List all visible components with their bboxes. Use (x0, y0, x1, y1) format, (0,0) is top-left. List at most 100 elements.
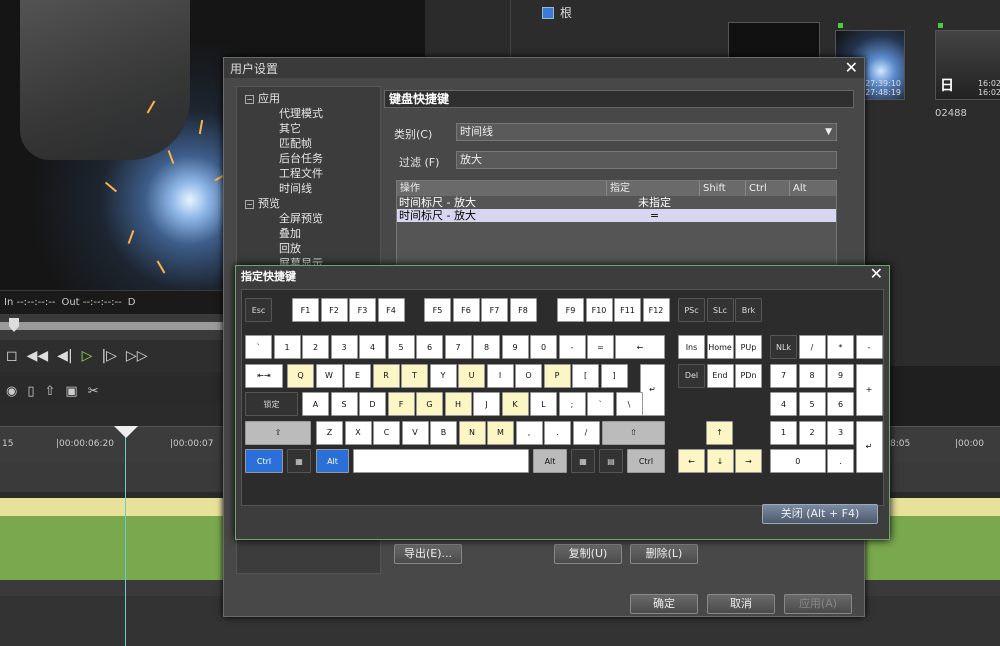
key-o[interactable]: O (515, 363, 542, 388)
close-icon[interactable]: ✕ (845, 58, 858, 77)
playhead-line[interactable] (125, 426, 126, 646)
key-pup[interactable]: PUp (735, 335, 762, 359)
key-i[interactable]: I (486, 363, 514, 388)
key-caps[interactable]: 锁定 (245, 392, 298, 416)
key-slc[interactable]: SLc (706, 298, 734, 322)
tree-parent-node[interactable]: − 预览 (237, 196, 380, 211)
key-f9[interactable]: F9 (557, 298, 584, 322)
tree-child-node[interactable]: 回放 (237, 241, 380, 256)
tree-child-node[interactable]: 代理模式 (237, 106, 380, 121)
key-rctrl[interactable]: Ctrl (627, 449, 665, 473)
key-minus[interactable]: - (558, 335, 586, 359)
key-k8[interactable]: 8 (798, 363, 826, 388)
key-n5[interactable]: 5 (387, 335, 415, 359)
delete-button[interactable]: 删除(L) (630, 544, 698, 564)
key-f6[interactable]: F6 (452, 298, 480, 322)
key-g[interactable]: G (416, 392, 443, 416)
key-pdn[interactable]: PDn (735, 363, 762, 388)
key-a[interactable]: A (302, 392, 329, 416)
tree-child-node[interactable]: 其它 (237, 121, 380, 136)
key-n6[interactable]: 6 (416, 335, 443, 359)
scrub-bar[interactable] (0, 314, 225, 340)
key-c[interactable]: C (373, 420, 400, 445)
key-f10[interactable]: F10 (585, 298, 613, 322)
key-f5[interactable]: F5 (424, 298, 451, 322)
ok-button[interactable]: 确定 (630, 594, 698, 614)
bin-tree-root[interactable]: 根 (542, 4, 572, 21)
key-lctrl[interactable]: Ctrl (245, 449, 283, 473)
tree-child-node[interactable]: 时间线 (237, 181, 380, 196)
key-u[interactable]: U (458, 363, 485, 388)
key-right[interactable]: → (735, 449, 762, 473)
key-f11[interactable]: F11 (614, 298, 641, 322)
key-n1[interactable]: 1 (273, 335, 301, 359)
key-lalt[interactable]: Alt (316, 449, 349, 473)
key-k0[interactable]: 0 (770, 449, 826, 473)
table-row[interactable]: 时间标尺 - 放大 未指定 (397, 196, 836, 209)
export-button[interactable]: 导出(E)... (394, 544, 462, 564)
key-end[interactable]: End (706, 363, 734, 388)
key-n9[interactable]: 9 (501, 335, 529, 359)
key-k1[interactable]: 1 (770, 420, 797, 445)
key-esc[interactable]: Esc (245, 298, 272, 322)
step-back-icon[interactable]: ◀| (57, 348, 72, 364)
key-e[interactable]: E (344, 363, 371, 388)
key-comma[interactable]: , (515, 420, 543, 445)
scissors-icon[interactable]: ✂ (88, 384, 99, 399)
key-left[interactable]: ← (678, 449, 705, 473)
key-kent[interactable]: ↵ (855, 420, 883, 473)
key-kmul[interactable]: * (827, 335, 854, 359)
key-k5[interactable]: 5 (798, 392, 826, 416)
close-dialog-button[interactable]: 关闭 (Alt + F4) (762, 504, 878, 524)
key-brk[interactable]: Brk (735, 298, 762, 322)
key-f2[interactable]: F2 (320, 298, 348, 322)
key-k[interactable]: K (501, 392, 529, 416)
key-n4[interactable]: 4 (359, 335, 386, 359)
key-psc[interactable]: PSc (678, 298, 705, 322)
col-assign[interactable]: 指定 (607, 181, 700, 196)
key-back[interactable]: ← (615, 335, 665, 359)
key-s[interactable]: S (330, 392, 358, 416)
step-forward-icon[interactable]: |▷ (101, 348, 116, 364)
copy-button[interactable]: 复制(U) (554, 544, 622, 564)
scrub-track[interactable] (0, 322, 225, 330)
key-kdiv[interactable]: / (798, 335, 826, 359)
key-k4[interactable]: 4 (770, 392, 797, 416)
table-row-selected[interactable]: 时间标尺 - 放大 = (397, 209, 836, 222)
tree-child-node[interactable]: 匹配帧 (237, 136, 380, 151)
key-grave[interactable]: ` (245, 335, 272, 359)
col-shift[interactable]: Shift (700, 181, 746, 196)
col-ctrl[interactable]: Ctrl (746, 181, 790, 196)
save-icon[interactable]: ▣ (65, 384, 77, 399)
tree-parent-node[interactable]: − 应用 (237, 91, 380, 106)
key-kdot[interactable]: . (827, 449, 854, 473)
key-y[interactable]: Y (429, 363, 457, 388)
key-n8[interactable]: 8 (473, 335, 500, 359)
key-w[interactable]: W (315, 363, 343, 388)
key-k2[interactable]: 2 (798, 420, 826, 445)
key-space[interactable] (353, 449, 529, 473)
key-enter[interactable]: ↵ (640, 363, 665, 416)
key-v[interactable]: V (401, 420, 429, 445)
key-f7[interactable]: F7 (481, 298, 508, 322)
key-tab[interactable]: ⇤⇥ (245, 363, 283, 388)
key-n2[interactable]: 2 (302, 335, 329, 359)
key-win1-icon[interactable]: ▦ (287, 449, 311, 473)
key-k7[interactable]: 7 (770, 363, 797, 388)
key-t[interactable]: T (401, 363, 428, 388)
key-f1[interactable]: F1 (292, 298, 319, 322)
stop-icon[interactable]: ◻ (6, 348, 18, 364)
key-lbr[interactable]: [ (572, 363, 599, 388)
key-f3[interactable]: F3 (349, 298, 376, 322)
key-home[interactable]: Home (706, 335, 734, 359)
chevron-down-icon[interactable]: ▼ (825, 124, 832, 140)
key-m[interactable]: M (487, 420, 514, 445)
key-lshift[interactable]: ⇧ (245, 420, 311, 445)
category-select[interactable]: 时间线 ▼ (456, 123, 837, 141)
key-f4[interactable]: F4 (377, 298, 405, 322)
key-k9[interactable]: 9 (827, 363, 854, 388)
tree-child-node[interactable]: 全屏预览 (237, 211, 380, 226)
key-bslash[interactable]: \ (615, 392, 643, 416)
key-ralt[interactable]: Alt (533, 449, 567, 473)
apply-button[interactable]: 应用(A) (784, 594, 852, 614)
